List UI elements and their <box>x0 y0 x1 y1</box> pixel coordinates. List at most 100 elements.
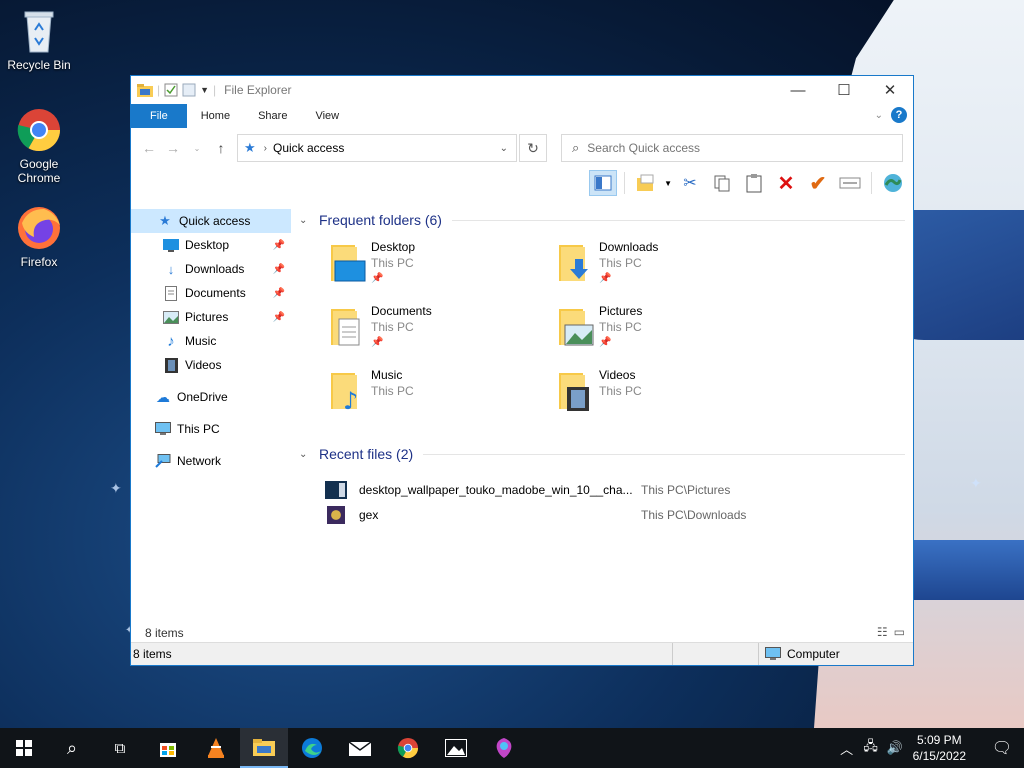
clock[interactable]: 5:09 PM 6/15/2022 <box>913 732 966 764</box>
taskbar-chrome[interactable] <box>384 728 432 768</box>
pin-icon[interactable]: 📌 <box>273 264 285 275</box>
cut-button[interactable]: ✂ <box>676 170 704 196</box>
desktop-icon-google-chrome[interactable]: Google Chrome <box>3 107 75 185</box>
recent-locations-button[interactable]: ⌄ <box>185 144 209 153</box>
select-button[interactable]: ✔ <box>804 170 832 196</box>
close-button[interactable]: ✕ <box>867 76 913 104</box>
network-icon <box>155 453 171 469</box>
sidebar-item-desktop[interactable]: Desktop 📌 <box>131 233 291 257</box>
taskbar: ⌕ ⧉ ︿ 🖧 🔊 5:09 PM 6/15/2022 🗨 <box>0 728 1024 768</box>
pin-icon[interactable]: 📌 <box>273 288 285 299</box>
clock-date: 6/15/2022 <box>912 749 966 763</box>
sidebar-item-this-pc[interactable]: This PC <box>131 417 291 441</box>
app-thumbnail-icon <box>327 505 345 524</box>
folder-tile-pictures[interactable]: Pictures This PC 📌 <box>553 303 781 367</box>
folder-tile-music[interactable]: ♪ Music This PC <box>325 367 553 431</box>
sidebar-item-network[interactable]: Network <box>131 449 291 473</box>
paste-button[interactable] <box>740 170 768 196</box>
task-view-button[interactable]: ⧉ <box>96 728 144 768</box>
minimize-button[interactable]: — <box>775 76 821 104</box>
folder-tile-desktop[interactable]: Desktop This PC 📌 <box>325 239 553 303</box>
desktop-icon-firefox[interactable]: Firefox <box>3 205 75 269</box>
status-bar: 8 items Computer <box>131 642 913 665</box>
folder-tile-downloads[interactable]: Downloads This PC 📌 <box>553 239 781 303</box>
folder-icon <box>253 739 275 756</box>
up-button[interactable]: ↑ <box>209 140 233 156</box>
notification-icon[interactable]: 🗨 <box>980 738 1024 758</box>
folder-location: This PC <box>371 384 414 398</box>
folder-tile-videos[interactable]: Videos This PC <box>553 367 781 431</box>
frequent-folders-header[interactable]: ⌄ Frequent folders (6) <box>299 207 913 233</box>
show-hidden-icons-chevron-icon[interactable]: ︿ <box>835 739 859 758</box>
network-globe-button[interactable] <box>879 170 907 196</box>
back-button[interactable]: ← <box>137 140 161 156</box>
sidebar-item-label: Network <box>177 454 222 468</box>
tab-home[interactable]: Home <box>187 104 244 128</box>
delete-button[interactable]: ✕ <box>772 170 800 196</box>
sidebar-item-downloads[interactable]: ↓ Downloads 📌 <box>131 257 291 281</box>
taskbar-mail[interactable] <box>336 728 384 768</box>
preview-pane-button[interactable] <box>589 170 618 196</box>
qat-dropdown-icon[interactable]: ▼ <box>200 85 209 95</box>
search-button[interactable]: ⌕ <box>48 728 96 768</box>
forward-button[interactable]: → <box>161 140 185 156</box>
start-button[interactable] <box>0 728 48 768</box>
tab-file[interactable]: File <box>131 104 187 128</box>
copy-button[interactable] <box>708 170 736 196</box>
sidebar-item-onedrive[interactable]: ☁ OneDrive <box>131 385 291 409</box>
sidebar-item-pictures[interactable]: Pictures 📌 <box>131 305 291 329</box>
sidebar-item-documents[interactable]: Documents 📌 <box>131 281 291 305</box>
address-dropdown-icon[interactable]: ⌄ <box>500 143 508 154</box>
address-text: Quick access <box>273 141 345 155</box>
title-bar[interactable]: | ▼ | File Explorer — ☐ ✕ <box>131 76 913 104</box>
sidebar-item-label: Pictures <box>185 310 229 324</box>
refresh-button[interactable]: ↻ <box>519 134 547 162</box>
rename-button[interactable] <box>836 170 864 196</box>
pin-icon[interactable]: 📌 <box>273 240 285 251</box>
recent-files-header[interactable]: ⌄ Recent files (2) <box>299 441 913 467</box>
sidebar-item-music[interactable]: ♪ Music <box>131 329 291 353</box>
folder-location: This PC <box>599 256 642 270</box>
network-tray-icon[interactable]: 🖧 <box>859 737 883 759</box>
window-title: File Explorer <box>224 83 292 97</box>
new-folder-qat-icon[interactable] <box>182 83 196 97</box>
taskbar-paint-3d[interactable] <box>480 728 528 768</box>
file-explorer-window: | ▼ | File Explorer — ☐ ✕ File Home Shar… <box>130 75 914 666</box>
explorer-body: ★ Quick access Desktop 📌 ↓ Downloads 📌 D… <box>131 203 913 623</box>
sidebar-item-quick-access[interactable]: ★ Quick access <box>131 209 291 233</box>
pin-icon[interactable]: 📌 <box>273 312 285 323</box>
taskbar-vlc[interactable] <box>192 728 240 768</box>
folder-app-icon <box>137 84 153 97</box>
new-folder-button[interactable] <box>632 170 660 196</box>
tab-view[interactable]: View <box>301 104 353 128</box>
expand-ribbon-icon[interactable]: ⌄ <box>875 110 883 121</box>
checkmark-icon: ✔ <box>809 172 827 195</box>
new-folder-dropdown-icon[interactable]: ▼ <box>664 179 672 188</box>
taskbar-photos[interactable] <box>432 728 480 768</box>
search-input[interactable] <box>585 140 880 156</box>
properties-icon[interactable] <box>164 83 178 97</box>
recent-file-row[interactable]: desktop_wallpaper_touko_madobe_win_10__c… <box>325 477 913 502</box>
taskbar-file-explorer[interactable] <box>240 728 288 768</box>
tab-share[interactable]: Share <box>244 104 301 128</box>
sidebar-item-videos[interactable]: Videos <box>131 353 291 377</box>
breadcrumb-separator-icon[interactable]: › <box>264 143 267 154</box>
group-title: Recent files (2) <box>319 446 414 462</box>
address-bar[interactable]: ★ › Quick access ⌄ <box>237 134 517 162</box>
preview-pane-icon <box>594 175 612 191</box>
recent-file-name: gex <box>359 507 379 522</box>
cloud-icon: ☁ <box>156 388 170 405</box>
taskbar-store[interactable] <box>144 728 192 768</box>
recent-file-row[interactable]: gex This PC\Downloads <box>325 502 913 527</box>
desktop-icon-recycle-bin[interactable]: Recycle Bin <box>3 8 75 72</box>
taskbar-edge[interactable] <box>288 728 336 768</box>
help-icon[interactable]: ? <box>891 107 907 123</box>
edge-icon <box>302 738 322 758</box>
search-box[interactable]: ⌕ <box>561 134 903 162</box>
maximize-button[interactable]: ☐ <box>821 76 867 104</box>
folder-tile-documents[interactable]: Documents This PC 📌 <box>325 303 553 367</box>
details-view-icon[interactable]: ☷ <box>877 625 888 639</box>
image-thumbnail-icon <box>325 480 347 499</box>
volume-icon[interactable]: 🔊 <box>883 740 907 756</box>
large-icons-view-icon[interactable]: ▭ <box>894 625 905 639</box>
